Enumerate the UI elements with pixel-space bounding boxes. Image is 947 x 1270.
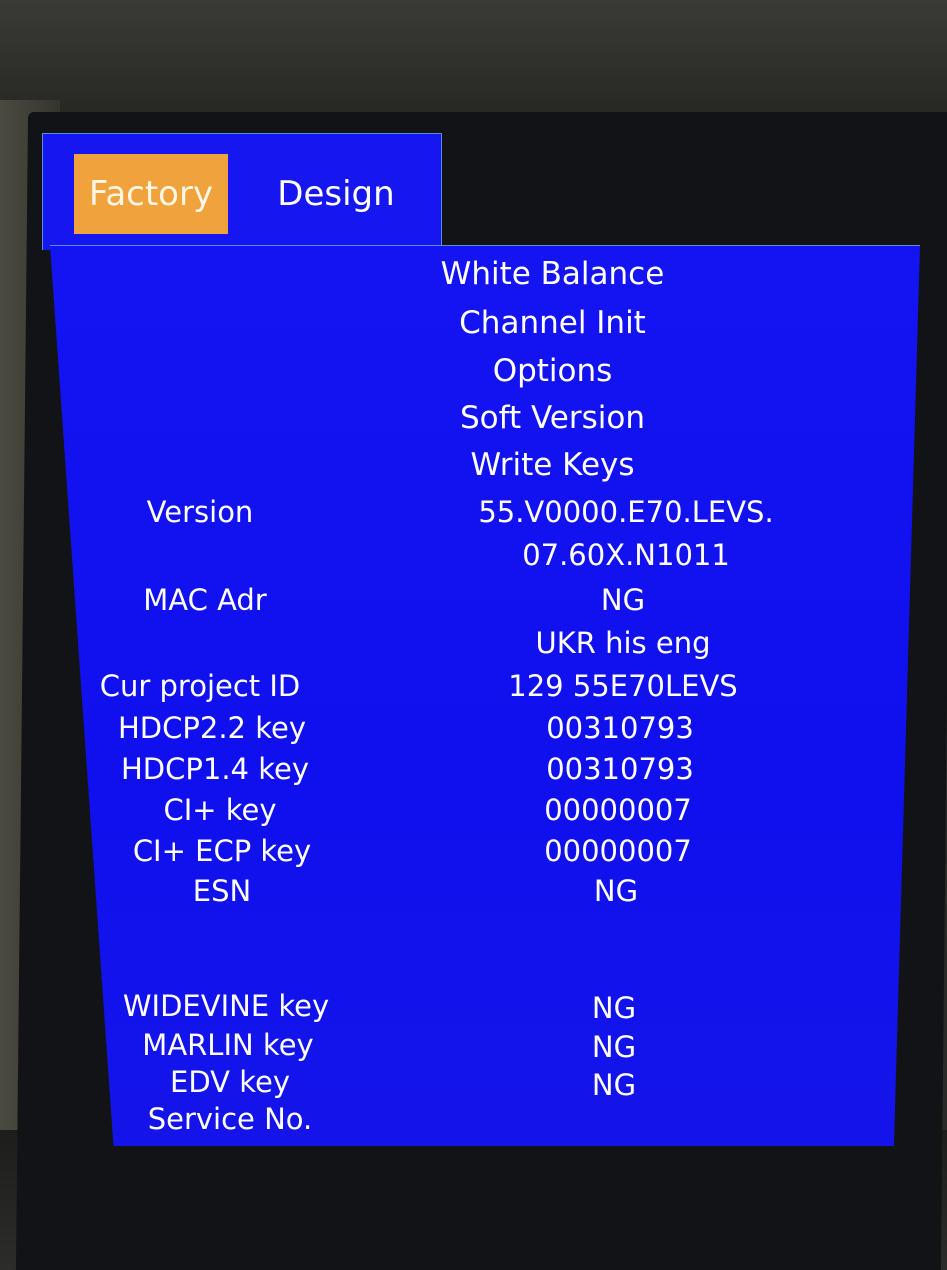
hdcp22-key-value: 00310793: [546, 711, 694, 745]
hdcp14-key-label: HDCP1.4 key: [121, 752, 309, 786]
tab-factory[interactable]: Factory: [74, 154, 228, 234]
menu-item-white-balance[interactable]: White Balance: [50, 254, 920, 294]
ci-key-label: CI+ key: [163, 793, 277, 827]
service-number-label: Service No.: [147, 1102, 313, 1136]
edv-key-label: EDV key: [170, 1065, 290, 1099]
background-ceiling: [0, 0, 947, 120]
marlin-key-label: MARLIN key: [142, 1028, 314, 1062]
project-id-label: Cur project ID: [99, 669, 301, 703]
ci-ecp-key-value: 00000007: [544, 834, 692, 868]
version-value-line2: 07.60X.N1011: [522, 538, 730, 572]
marlin-key-value: NG: [591, 1030, 637, 1064]
widevine-key-label: WIDEVINE key: [122, 989, 330, 1023]
esn-value: NG: [593, 874, 639, 908]
mac-address-label: MAC Adr: [143, 583, 267, 617]
menu-item-soft-version[interactable]: Soft Version: [50, 398, 920, 438]
mac-address-value: NG: [600, 583, 646, 617]
menu-item-write-keys[interactable]: Write Keys: [50, 445, 920, 485]
region-value: UKR his eng: [535, 626, 711, 660]
ci-ecp-key-label: CI+ ECP key: [132, 834, 312, 868]
hdcp14-key-value: 00310793: [546, 752, 694, 786]
hdcp22-key-label: HDCP2.2 key: [118, 711, 306, 745]
tab-bar: Factory Design: [42, 133, 442, 250]
tab-design[interactable]: Design: [261, 154, 411, 234]
esn-label: ESN: [192, 874, 252, 908]
factory-menu-panel: White Balance Channel Init Options Soft …: [50, 245, 920, 1146]
widevine-key-value: NG: [591, 991, 637, 1025]
edv-key-value: NG: [591, 1068, 637, 1102]
project-id-value: 129 55E70LEVS: [508, 669, 738, 703]
menu-item-channel-init[interactable]: Channel Init: [50, 303, 920, 343]
menu-item-options[interactable]: Options: [50, 351, 920, 391]
version-label: Version: [146, 495, 254, 529]
ci-key-value: 00000007: [544, 793, 692, 827]
version-value-line1: 55.V0000.E70.LEVS.: [478, 495, 774, 529]
